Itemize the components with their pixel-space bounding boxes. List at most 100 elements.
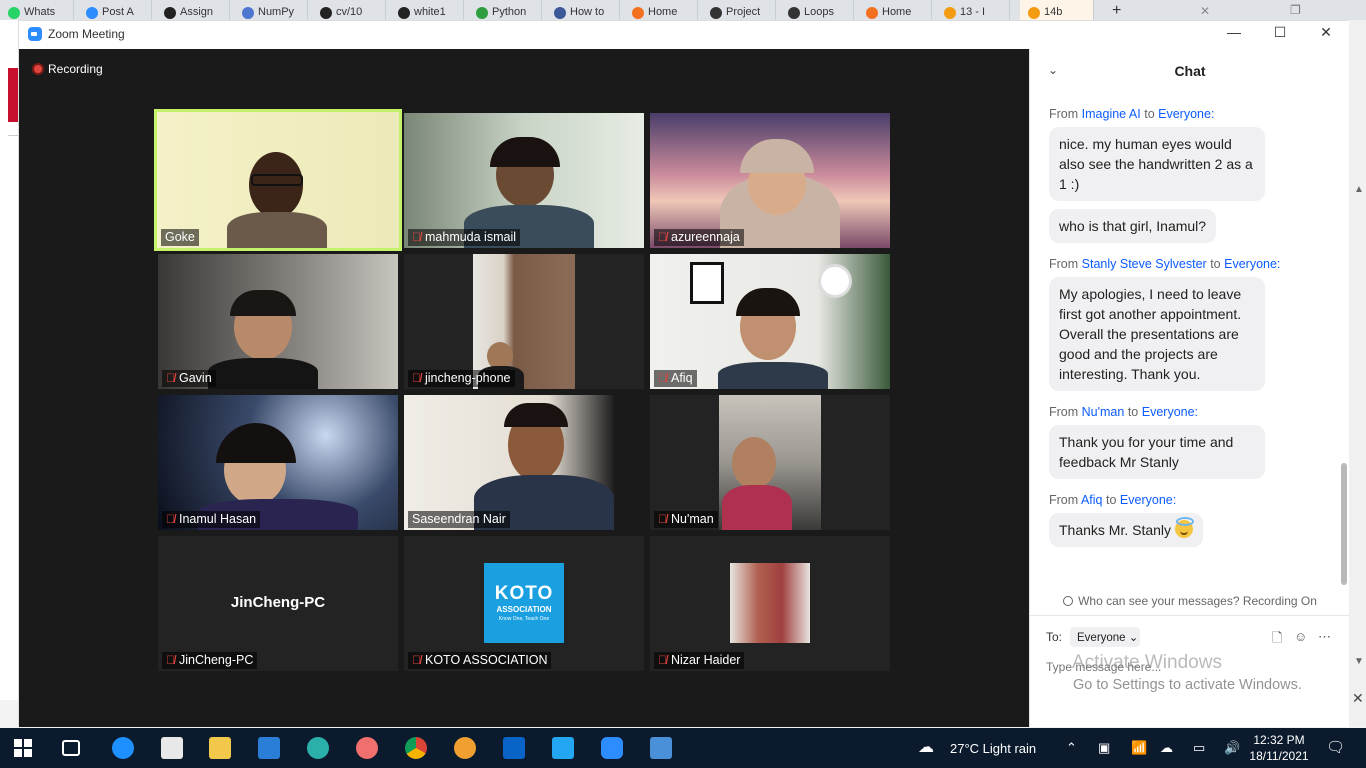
scroll-thumb[interactable] [1341,463,1347,585]
browser-tab-active[interactable]: 14b [1020,0,1094,20]
browser-tab[interactable]: cv/10 [312,0,386,20]
browser-tab[interactable]: Assign [156,0,230,20]
recipient-select[interactable]: Everyone ⌄ [1070,627,1140,647]
browser-tab[interactable]: Home [624,0,698,20]
device-icon[interactable]: ▣ [1098,740,1110,756]
vpn-icon[interactable] [454,737,476,759]
video-tile-jincheng-pc[interactable]: JinCheng-PC 🎙̸ JinCheng-PC [158,536,398,671]
participant-name: Saseendran Nair [408,511,510,528]
vscode-icon[interactable] [552,737,574,759]
recipient-name[interactable]: Everyone: [1120,493,1176,507]
message-bubble: Thanks Mr. Stanly [1049,513,1204,547]
paint-icon[interactable] [356,737,378,759]
mic-muted-icon: 🎙̸ [412,653,421,667]
profile-photo [730,563,810,643]
page-banner [8,68,18,122]
browser-tab[interactable]: Home [858,0,932,20]
chat-panel: ⌄ Chat From Imagine AI to Everyone: nice… [1029,49,1350,727]
onedrive-icon[interactable]: ☁ [1160,740,1173,756]
windows-start-icon[interactable] [14,739,32,757]
video-tile-numan[interactable]: 🎙̸ Nu'man [650,395,890,530]
internet-explorer-icon[interactable] [112,737,134,759]
mic-muted-icon: 🎙̸ [412,371,421,385]
video-tile-koto[interactable]: KOTO ASSOCIATION Know One, Teach One 🎙̸ K… [404,536,644,671]
video-tile-jincheng-phone[interactable]: 🎙̸ jincheng-phone [404,254,644,389]
photos-icon[interactable] [650,737,672,759]
battery-icon[interactable]: ▭ [1193,740,1205,756]
recipient-name[interactable]: Everyone: [1158,107,1214,121]
jupyter-icon [866,7,878,19]
mic-muted-icon: 🎙̸ [166,512,175,526]
browser-tab[interactable]: 13 - I [936,0,1010,20]
message-bubble: Thank you for your time and feedback Mr … [1049,425,1265,479]
clock[interactable]: 12:32 PM 18/11/2021 [1244,732,1314,764]
scroll-up-icon[interactable]: ▲ [1354,184,1364,195]
close-button[interactable]: ✕ [1311,24,1341,41]
browser-tab-strip: Whats Post A Assign NumPy cv/10 white1 P… [0,0,1366,20]
recipient-name[interactable]: Everyone: [1224,257,1280,271]
sender-name[interactable]: Nu'man [1082,405,1125,419]
weather-text[interactable]: 27°C Light rain [950,741,1036,756]
browser-tab[interactable]: Loops [780,0,854,20]
minimize-button[interactable]: — [1219,24,1249,40]
divider [1030,615,1350,616]
browser-restore-icon[interactable]: ❐ [1290,3,1301,17]
zoom-taskbar-icon[interactable] [601,737,623,759]
message-sender-line: From Imagine AI to Everyone: [1049,107,1215,121]
task-view-icon[interactable] [62,740,80,756]
maximize-button[interactable]: ☐ [1265,24,1295,41]
chat-message-group: From Stanly Steve Sylvester to Everyone:… [1030,257,1348,399]
tab-close-icon[interactable]: ✕ [1200,4,1210,18]
file-explorer-icon[interactable] [209,737,231,759]
message-visibility-notice[interactable]: Who can see your messages? Recording On [1030,594,1350,608]
video-tile-inamul[interactable]: 🎙̸ Inamul Hasan [158,395,398,530]
participant-name: Goke [161,229,199,246]
mail-icon[interactable] [258,737,280,759]
browser-tab[interactable]: Python [468,0,542,20]
browser-tab[interactable]: NumPy [234,0,308,20]
browser-tab[interactable]: white1 [390,0,464,20]
weather-icon[interactable]: ☁ [918,737,934,757]
browser-tab[interactable]: Whats [0,0,74,20]
chevron-up-icon[interactable]: ⌃ [1066,740,1077,756]
outlook-icon[interactable] [503,737,525,759]
sender-name[interactable]: Afiq [1081,493,1103,507]
browser-tab[interactable]: How to [546,0,620,20]
more-icon[interactable]: ⋯ [1318,629,1331,645]
browser-tab[interactable]: Project [702,0,776,20]
video-tile-goke[interactable]: Goke [154,109,402,251]
close-icon[interactable]: ✕ [1352,690,1364,707]
video-tile-afiq[interactable]: 🎙̸ Afiq [650,254,890,389]
activation-watermark-subtitle: Go to Settings to activate Windows. [1073,677,1302,693]
store-icon[interactable] [161,737,183,759]
message-bubble: who is that girl, Inamul? [1049,209,1217,243]
sender-name[interactable]: Imagine AI [1082,107,1141,121]
video-tile-nizar[interactable]: 🎙̸ Nizar Haider [650,536,890,671]
emoji-icon[interactable]: ☺ [1294,629,1307,644]
volume-icon[interactable]: 🔊 [1224,740,1240,756]
wifi-icon[interactable]: 📶 [1131,740,1147,756]
chat-scrollbar[interactable] [1340,93,1348,589]
video-tile-saseendran[interactable]: Saseendran Nair [404,395,644,530]
window-title: Zoom Meeting [48,27,125,41]
recipient-name[interactable]: Everyone: [1142,405,1198,419]
participant-name: 🎙̸ Nu'man [654,511,718,528]
whatsapp-icon [8,7,20,19]
participant-name: 🎙̸ azureennaja [654,229,744,246]
video-tile-azureennaja[interactable]: 🎙̸ azureennaja [650,113,890,248]
video-tile-gavin[interactable]: 🎙̸ Gavin [158,254,398,389]
mic-muted-icon: 🎙̸ [166,371,175,385]
wall-frame [690,262,724,304]
bookmark-icon [1028,7,1040,19]
browser-tab[interactable]: Post A [78,0,152,20]
file-icon[interactable]: 🗋 [1272,629,1282,651]
new-tab-button[interactable]: + [1112,2,1121,20]
video-tile-mahmuda[interactable]: 🎙̸ mahmuda ismail [404,113,644,248]
participant-name: 🎙̸ JinCheng-PC [162,652,258,669]
jupyter-icon [632,7,644,19]
sender-name[interactable]: Stanly Steve Sylvester [1082,257,1207,271]
notifications-icon[interactable]: 🗨 [1326,738,1345,756]
edge-icon[interactable] [307,737,329,759]
chrome-icon[interactable] [405,737,427,759]
scroll-down-icon[interactable]: ▼ [1354,656,1364,667]
